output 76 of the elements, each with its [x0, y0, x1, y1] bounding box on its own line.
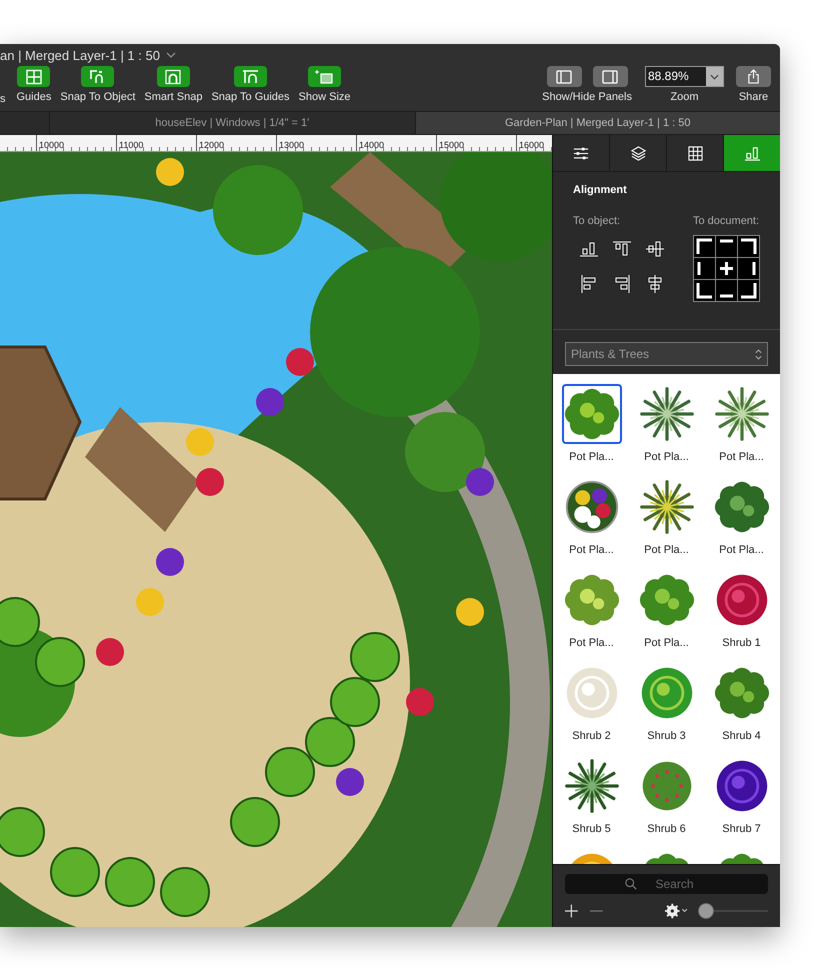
library-item[interactable]: Shrub 7	[704, 756, 779, 849]
snap-icon	[240, 68, 260, 84]
size-icon	[314, 68, 335, 84]
document-tab[interactable]: Garden-Plan | Merged Layer-1 | 1 : 50	[414, 112, 780, 134]
plant-icon	[714, 665, 770, 721]
chevron-icon	[710, 74, 719, 80]
library-item[interactable]: Shrub 5	[554, 756, 629, 849]
toolbar-button[interactable]	[81, 66, 114, 87]
library-item[interactable]: Pot Pla...	[629, 570, 704, 663]
to-document-label: To document:	[693, 215, 760, 227]
share-button[interactable]	[736, 66, 771, 87]
right-panel-button[interactable]	[592, 66, 628, 87]
ruler-label: 14000	[358, 140, 384, 150]
plant-icon	[638, 479, 694, 535]
grid-icon	[688, 146, 702, 160]
search-icon	[625, 878, 637, 890]
toolbar-label: s	[0, 93, 6, 105]
share-icon	[747, 69, 760, 84]
toolbar-button[interactable]	[156, 66, 190, 87]
ruler-label: 15000	[438, 140, 464, 150]
align-bottom-icon	[744, 146, 760, 160]
updown-icon	[755, 348, 762, 360]
window-title: an | Merged Layer-1 | 1 : 50	[0, 48, 160, 62]
settings-icon[interactable]	[664, 903, 688, 919]
snap-icon	[163, 68, 184, 84]
library-item[interactable]: Shrub 1	[704, 570, 779, 663]
size-slider-thumb[interactable]	[698, 903, 714, 919]
search-field[interactable]: Search	[565, 874, 768, 894]
toolbar-label: Zoom	[670, 91, 699, 103]
library-item[interactable]: Shrub 2	[554, 663, 629, 756]
toolbar-label: Show/Hide Panels	[542, 91, 632, 103]
toolbar-label: Smart Snap	[144, 91, 202, 103]
ruler-label: 11000	[118, 140, 144, 150]
plant-icon	[564, 758, 620, 814]
toolbar-button[interactable]	[17, 66, 50, 87]
plant-icon	[564, 479, 620, 535]
chevron-icon[interactable]	[166, 52, 176, 58]
library-item[interactable]: Pot Pla...	[704, 477, 779, 570]
library-item[interactable]: Shrub 6	[629, 756, 704, 849]
document-align-grid-icon[interactable]	[693, 235, 760, 302]
library-item[interactable]: Shrub 3	[629, 663, 704, 756]
library-item[interactable]: Shrub 4	[704, 663, 779, 756]
library-item[interactable]: Pot Pla...	[554, 477, 629, 570]
layers-icon	[630, 146, 646, 160]
plant-icon	[638, 572, 694, 628]
plant-icon	[564, 386, 620, 442]
ruler-label: 13000	[278, 140, 304, 150]
sidebar-icon	[556, 70, 572, 84]
plant-icon	[714, 479, 770, 535]
plant-icon	[564, 572, 620, 628]
library-item[interactable]: Pot Pla...	[704, 384, 779, 477]
library-dropdown[interactable]: Plants & Trees	[565, 342, 768, 366]
toolbar-label: Snap To Guides	[211, 91, 290, 103]
library-item[interactable]: Pot Pla...	[629, 384, 704, 477]
library-item[interactable]: Pot Pla...	[629, 477, 704, 570]
left-panel-button[interactable]	[546, 66, 582, 87]
sidebar-icon	[602, 70, 618, 84]
section-title: Alignment	[573, 184, 628, 196]
to-object-label: To object:	[573, 215, 622, 227]
guides-icon	[24, 68, 44, 84]
toolbar-button[interactable]	[234, 66, 267, 87]
zoom-field[interactable]: 88.89%	[645, 66, 724, 87]
align-middle-icon[interactable]	[645, 239, 665, 259]
toolbar-button[interactable]	[308, 66, 342, 87]
add-icon[interactable]	[565, 904, 578, 918]
sliders-icon	[573, 146, 589, 160]
plant-icon	[714, 386, 770, 442]
ruler-label: 12000	[198, 140, 224, 150]
toolbar-label: Guides	[16, 91, 52, 103]
toolbar-label: Show Size	[298, 91, 351, 103]
plant-icon	[638, 386, 694, 442]
ruler-label: 10000	[38, 140, 64, 150]
toolbar-label: Snap To Object	[60, 91, 136, 103]
ruler-label: 16000	[518, 140, 544, 150]
library-item[interactable]: Pot Pla...	[554, 570, 629, 663]
toolbar-label: Share	[738, 91, 768, 103]
